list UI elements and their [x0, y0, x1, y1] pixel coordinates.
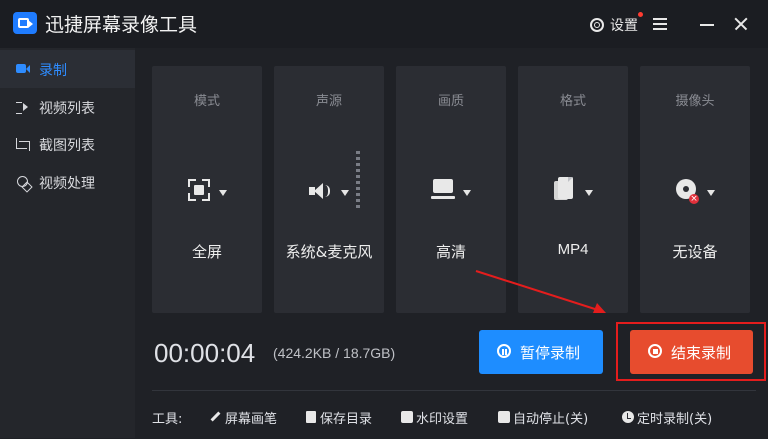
card-title: 声源: [315, 94, 342, 109]
settings-button[interactable]: 设置: [589, 14, 638, 36]
webcam-icon: ×: [674, 179, 700, 207]
sidebar-item-record[interactable]: 录制: [0, 50, 135, 88]
file-icon: [554, 177, 576, 203]
gear-icon: [589, 17, 605, 33]
folder-icon: [305, 411, 317, 423]
auto-stop-tool[interactable]: 自动停止(关): [498, 408, 589, 427]
sidebar-item-video-list[interactable]: 视频列表: [0, 88, 135, 126]
video-list-icon: [15, 100, 31, 114]
stop-icon: [648, 344, 662, 358]
card-title: 摄像头: [675, 94, 715, 109]
close-icon[interactable]: [733, 17, 747, 31]
tool-label: 屏幕画笔: [225, 411, 278, 427]
title-bar: 迅捷屏幕录像工具 设置: [0, 0, 768, 48]
watermark-tool[interactable]: 水印设置: [401, 408, 469, 427]
fullscreen-icon: [188, 179, 210, 201]
watermark-icon: [401, 411, 413, 423]
quality-card[interactable]: 画质 高清: [396, 66, 506, 313]
monitor-icon: [431, 179, 455, 201]
sidebar-item-video-processing[interactable]: 视频处理: [0, 163, 135, 201]
recording-size: (424.2KB / 18.7GB): [273, 345, 396, 361]
clock-icon: [622, 411, 634, 423]
tools-bar: 工具: 屏幕画笔 保存目录 水印设置 自动停止(关) 定时录制(关): [152, 390, 756, 439]
stop-recording-label: 结束录制: [671, 344, 732, 362]
mode-card[interactable]: 模式 全屏: [152, 66, 262, 313]
video-camera-icon: [15, 62, 31, 76]
app-title: 迅捷屏幕录像工具: [45, 14, 198, 36]
pen-icon: [210, 411, 222, 423]
chevron-down-icon: [585, 190, 593, 196]
auto-stop-icon: [498, 411, 510, 423]
tool-label: 定时录制(关): [637, 411, 713, 427]
sidebar-item-screenshot-list[interactable]: 截图列表: [0, 125, 135, 163]
scheduled-recording-tool[interactable]: 定时录制(关): [622, 408, 713, 427]
chevron-down-icon: [463, 190, 471, 196]
screen-pen-tool[interactable]: 屏幕画笔: [210, 408, 278, 427]
volume-meter: [356, 151, 360, 209]
menu-icon[interactable]: [653, 17, 667, 31]
sidebar: 录制 视频列表 截图列表 视频处理: [0, 48, 135, 438]
camera-card[interactable]: 摄像头 × 无设备: [640, 66, 750, 313]
chevron-down-icon: [341, 190, 349, 196]
card-value: 全屏: [191, 243, 222, 261]
audio-source-dropdown[interactable]: [274, 176, 384, 208]
camera-dropdown[interactable]: ×: [640, 176, 750, 208]
no-device-x-icon: ×: [689, 194, 699, 204]
card-value: MP4: [557, 241, 589, 258]
card-title: 画质: [437, 94, 464, 109]
app-logo-icon: [13, 12, 37, 34]
sidebar-item-label: 视频列表: [39, 101, 95, 117]
format-card[interactable]: 格式 MP4: [518, 66, 628, 313]
sidebar-item-label: 录制: [39, 63, 67, 79]
chevron-down-icon: [219, 190, 227, 196]
audio-source-card[interactable]: 声源 系统&麦克风: [274, 66, 384, 313]
screenshot-icon: [15, 137, 31, 151]
minimize-icon[interactable]: [700, 17, 714, 31]
card-title: 格式: [559, 94, 586, 109]
tools-label: 工具:: [152, 411, 183, 427]
pause-recording-button[interactable]: 暂停录制: [479, 330, 603, 374]
speaker-icon: [309, 181, 331, 201]
format-dropdown[interactable]: [518, 176, 628, 208]
recording-timer: 00:00:04: [154, 338, 256, 368]
card-value: 系统&麦克风: [285, 243, 373, 261]
card-title: 模式: [193, 94, 220, 109]
mode-dropdown[interactable]: [152, 176, 262, 208]
sidebar-item-label: 截图列表: [39, 138, 95, 154]
save-directory-tool[interactable]: 保存目录: [305, 408, 373, 427]
notification-dot: [638, 12, 643, 17]
sidebar-item-label: 视频处理: [39, 176, 95, 192]
tool-label: 自动停止(关): [513, 411, 589, 427]
card-value: 高清: [435, 243, 466, 261]
video-process-icon: [15, 175, 31, 189]
pause-recording-label: 暂停录制: [520, 344, 581, 362]
chevron-down-icon: [707, 190, 715, 196]
quality-dropdown[interactable]: [396, 176, 506, 208]
settings-label: 设置: [610, 18, 638, 34]
tool-label: 保存目录: [320, 411, 373, 427]
stop-recording-button[interactable]: 结束录制: [630, 330, 753, 374]
tool-label: 水印设置: [416, 411, 469, 427]
pause-icon: [497, 344, 511, 358]
card-value: 无设备: [672, 243, 718, 261]
